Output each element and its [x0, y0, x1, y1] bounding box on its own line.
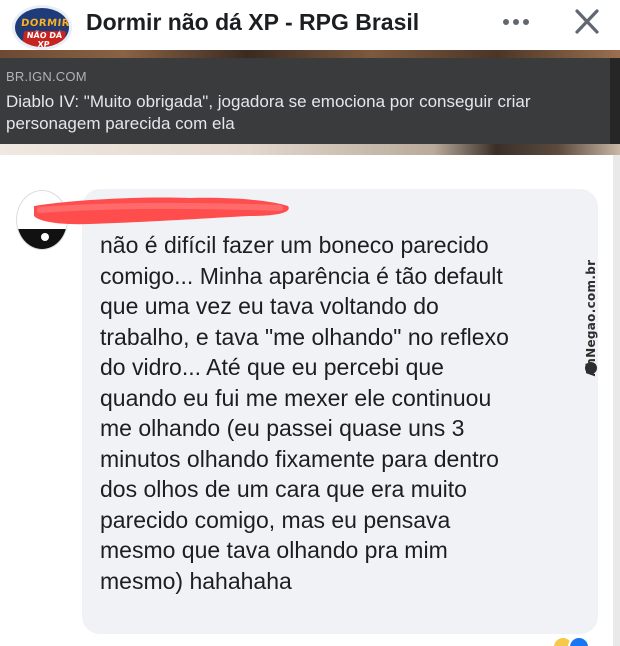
- close-button[interactable]: [568, 4, 606, 40]
- group-logo-text-bottom: NÃO DÁ XP: [22, 31, 66, 47]
- group-avatar[interactable]: DORMIR NÃO DÁ XP: [12, 5, 72, 50]
- more-options-button[interactable]: [496, 6, 536, 38]
- watermark-text: AhNegao.com.br: [584, 259, 598, 377]
- like-reaction-icon: [568, 636, 590, 646]
- group-logo-text-top: DORMIR: [20, 18, 71, 29]
- close-icon: [575, 9, 599, 34]
- comment-text: não é difícil fazer um boneco parecido c…: [100, 232, 509, 594]
- post-header: DORMIR NÃO DÁ XP Dormir não dá XP - RPG …: [0, 0, 620, 50]
- right-edge-border: [613, 155, 620, 646]
- link-preview-title[interactable]: Diablo IV: "Muito obrigada", jogadora se…: [6, 91, 606, 135]
- redacted-author-name: [34, 197, 289, 225]
- watermark-logo-icon: [585, 362, 597, 374]
- screenshot-page: DORMIR NÃO DÁ XP Dormir não dá XP - RPG …: [0, 0, 620, 646]
- group-name[interactable]: Dormir não dá XP - RPG Brasil: [86, 9, 419, 36]
- link-preview-domain: BR.IGN.COM: [6, 69, 87, 84]
- link-preview-image-top: [0, 50, 620, 58]
- link-preview-image-bottom: [0, 144, 620, 155]
- comment-reactions[interactable]: [552, 636, 602, 646]
- more-horizontal-icon: [503, 19, 529, 25]
- avatar-light-dot: [41, 233, 49, 241]
